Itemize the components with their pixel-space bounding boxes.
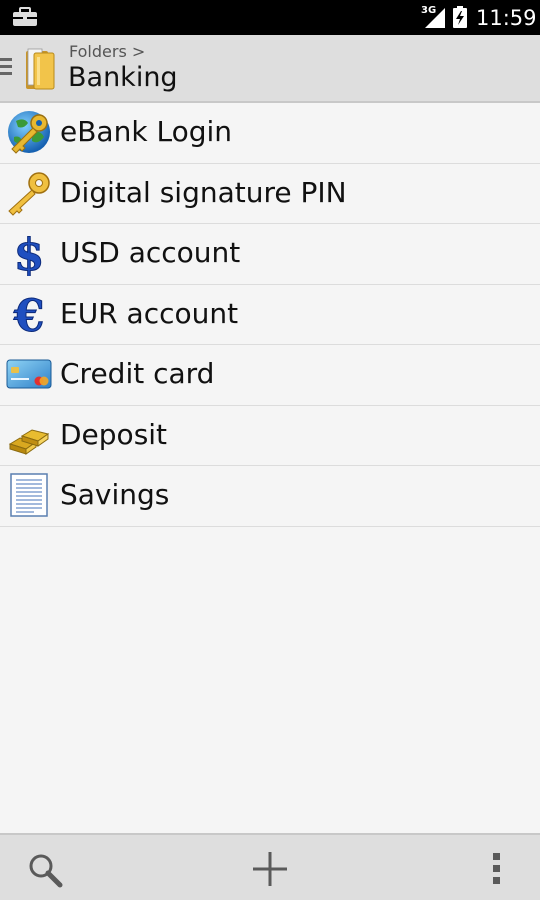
item-list: eBank Login Digital signature PIN $ USD …	[0, 103, 540, 527]
list-item[interactable]: Credit card	[0, 345, 540, 406]
item-label: USD account	[60, 236, 241, 269]
list-item[interactable]: € EUR account	[0, 285, 540, 345]
signal-icon	[425, 8, 445, 28]
credit-card-icon	[6, 359, 52, 389]
key-icon	[8, 171, 50, 216]
list-item[interactable]: Savings	[0, 466, 540, 527]
overflow-menu-icon[interactable]	[486, 851, 506, 887]
action-bar: Folders > Banking	[0, 35, 540, 103]
svg-text:€: €	[13, 291, 45, 337]
clock: 11:59	[476, 6, 537, 30]
breadcrumb[interactable]: Folders >	[69, 42, 145, 61]
dollar-icon: $	[13, 230, 45, 276]
menu-line	[0, 58, 12, 61]
drawer-toggle-button[interactable]	[0, 58, 14, 80]
item-label: eBank Login	[60, 115, 232, 148]
menu-line	[0, 65, 12, 68]
folder-icon	[26, 48, 55, 90]
list-item[interactable]: eBank Login	[0, 103, 540, 164]
search-icon[interactable]	[26, 851, 64, 889]
list-item[interactable]: Digital signature PIN	[0, 164, 540, 224]
page-title: Banking	[68, 62, 178, 93]
bottom-action-bar	[0, 833, 540, 900]
euro-icon: €	[12, 291, 45, 337]
item-label: Savings	[60, 478, 170, 511]
item-label: Credit card	[60, 357, 215, 390]
battery-icon	[453, 6, 467, 28]
list-item[interactable]: Deposit	[0, 406, 540, 466]
globe-key-icon	[8, 111, 50, 154]
add-icon[interactable]	[250, 849, 290, 889]
menu-line	[0, 72, 12, 75]
list-item[interactable]: $ USD account	[0, 224, 540, 285]
gold-bars-icon	[8, 428, 50, 455]
svg-text:$: $	[14, 230, 45, 276]
item-label: EUR account	[60, 296, 239, 330]
document-icon	[10, 473, 48, 517]
item-label: Deposit	[60, 417, 168, 451]
item-label: Digital signature PIN	[60, 175, 347, 209]
status-bar: 3G 11:59	[0, 0, 540, 35]
briefcase-icon	[13, 7, 37, 26]
